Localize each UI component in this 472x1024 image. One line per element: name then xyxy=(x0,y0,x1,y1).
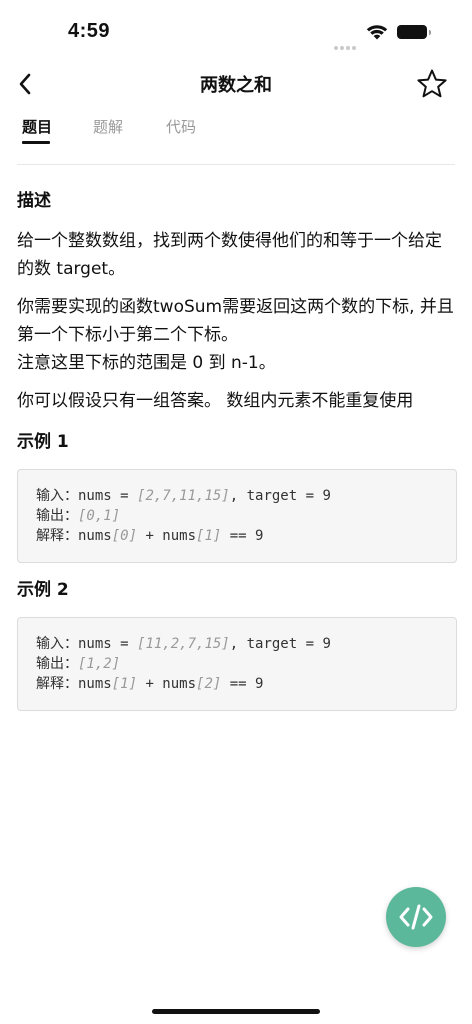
example-heading: 示例 2 xyxy=(17,580,69,600)
page-title: 两数之和 xyxy=(200,75,272,96)
nav-bar: 两数之和 xyxy=(0,62,472,106)
battery-icon xyxy=(397,25,427,39)
code-icon xyxy=(399,904,433,930)
tab-bar: 题目 题解 代码 xyxy=(0,112,472,152)
status-bar: 4:59 xyxy=(0,0,472,60)
favorite-button[interactable] xyxy=(414,66,450,102)
example-explain-line: 解释：nums[1] + nums[2] == 9 xyxy=(36,676,264,692)
tab-solution[interactable]: 题解 xyxy=(93,116,123,137)
wifi-icon xyxy=(366,23,388,44)
tab-code[interactable]: 代码 xyxy=(166,116,196,137)
divider xyxy=(17,164,455,165)
code-editor-button[interactable] xyxy=(386,887,446,947)
description-paragraph: 你需要实现的函数twoSum需要返回这两个数的下标, 并且第一个下标小于第二个下… xyxy=(17,297,454,345)
example-explain-line: 解释：nums[0] + nums[1] == 9 xyxy=(36,528,264,544)
example-output-line: 输出：[1,2] xyxy=(36,656,121,672)
status-time: 4:59 xyxy=(68,20,111,42)
example-code-block: 输入：nums = [11,2,7,15], target = 9 输出：[1,… xyxy=(17,617,457,711)
problem-content: 描述 给一个整数数组，找到两个数使得他们的和等于一个给定的数 target。 你… xyxy=(17,188,457,711)
active-tab-indicator xyxy=(22,141,50,144)
home-indicator[interactable] xyxy=(152,1009,320,1014)
description-paragraph: 注意这里下标的范围是 0 到 n-1。 xyxy=(17,353,276,373)
battery-tip xyxy=(429,30,431,35)
example-output-line: 输出：[0,1] xyxy=(36,508,121,524)
example-input-line: 输入：nums = [2,7,11,15], target = 9 xyxy=(36,488,331,504)
example-code-block: 输入：nums = [2,7,11,15], target = 9 输出：[0,… xyxy=(17,469,457,563)
cellular-signal-icon xyxy=(334,35,358,50)
tab-problem[interactable]: 题目 xyxy=(22,116,52,137)
example-input-line: 输入：nums = [11,2,7,15], target = 9 xyxy=(36,636,331,652)
star-outline-icon xyxy=(417,69,447,98)
description-paragraph: 给一个整数数组，找到两个数使得他们的和等于一个给定的数 target。 xyxy=(17,231,442,279)
example-heading: 示例 1 xyxy=(17,432,69,452)
description-paragraph: 你可以假设只有一组答案。 数组内元素不能重复使用 xyxy=(17,391,414,411)
description-heading: 描述 xyxy=(17,191,51,211)
